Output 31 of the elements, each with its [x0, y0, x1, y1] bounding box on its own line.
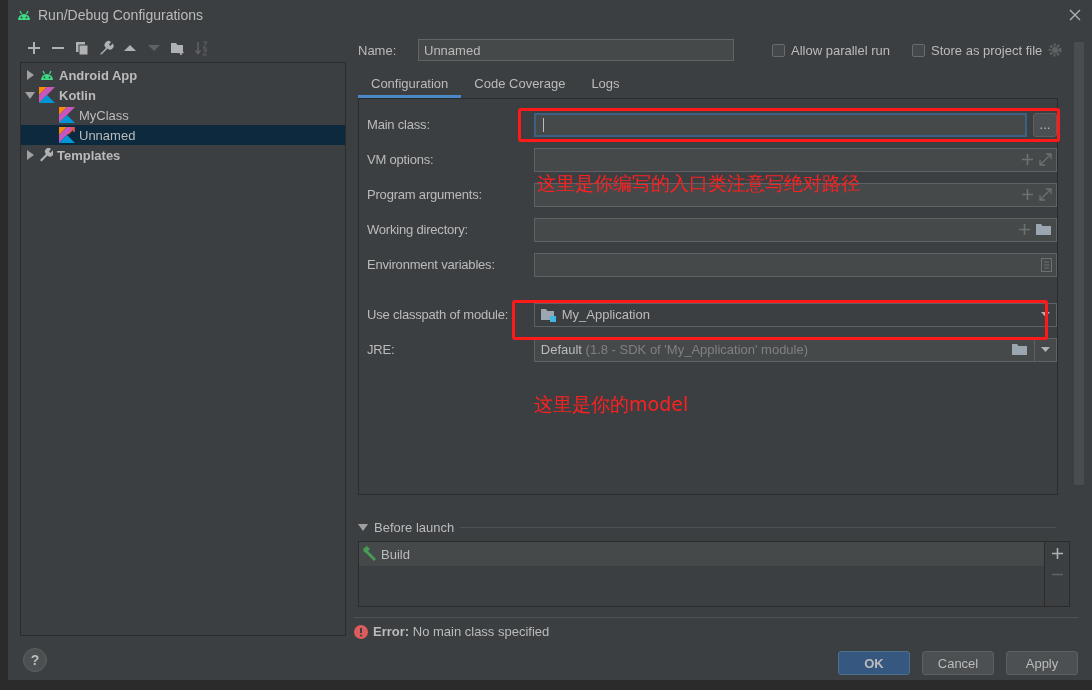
field-label: VM options: [367, 152, 435, 167]
name-label: Name: [358, 42, 398, 58]
dialog-button[interactable]: Apply [1006, 651, 1078, 675]
tab[interactable]: Logs [578, 72, 633, 98]
dialog-button[interactable]: Cancel [922, 651, 994, 675]
tab[interactable]: Configuration [358, 72, 462, 98]
tree-item[interactable]: Android App [59, 67, 138, 83]
browse-button[interactable]: ... [1033, 112, 1057, 137]
annotation-text: 这里是你的model [534, 392, 689, 417]
checkbox-label[interactable]: Allow parallel run [791, 42, 890, 58]
field-label: Use classpath of module: [367, 307, 510, 322]
dialog-button[interactable]: OK [838, 651, 910, 675]
field-label: Environment variables: [367, 257, 496, 272]
task-item[interactable]: Build [381, 546, 410, 562]
annotation-text: 这里是你编写的入口类注意写绝对路径 [537, 171, 860, 196]
section-title: Before launch [374, 519, 455, 535]
window-title: Run/Debug Configurations [38, 7, 204, 23]
error-message: Error: No main class specified [373, 624, 550, 639]
field-label: Working directory: [367, 222, 469, 237]
tree-item[interactable]: Templates [57, 147, 121, 163]
help-button[interactable]: ? [23, 648, 47, 672]
tab[interactable]: Code Coverage [461, 72, 579, 98]
field-label: Main class: [367, 117, 431, 132]
tree-item[interactable]: MyClass [79, 107, 129, 123]
field-label: Program arguments: [367, 187, 483, 202]
tree-item[interactable]: Kotlin [59, 87, 96, 103]
tree-item[interactable]: Unnamed [79, 127, 136, 143]
field-label: JRE: [367, 342, 396, 357]
checkbox-label[interactable]: Store as project file [931, 42, 1043, 58]
module-dropdown[interactable]: My_Application [533, 302, 1057, 327]
name-field[interactable]: Unnamed [418, 39, 734, 61]
